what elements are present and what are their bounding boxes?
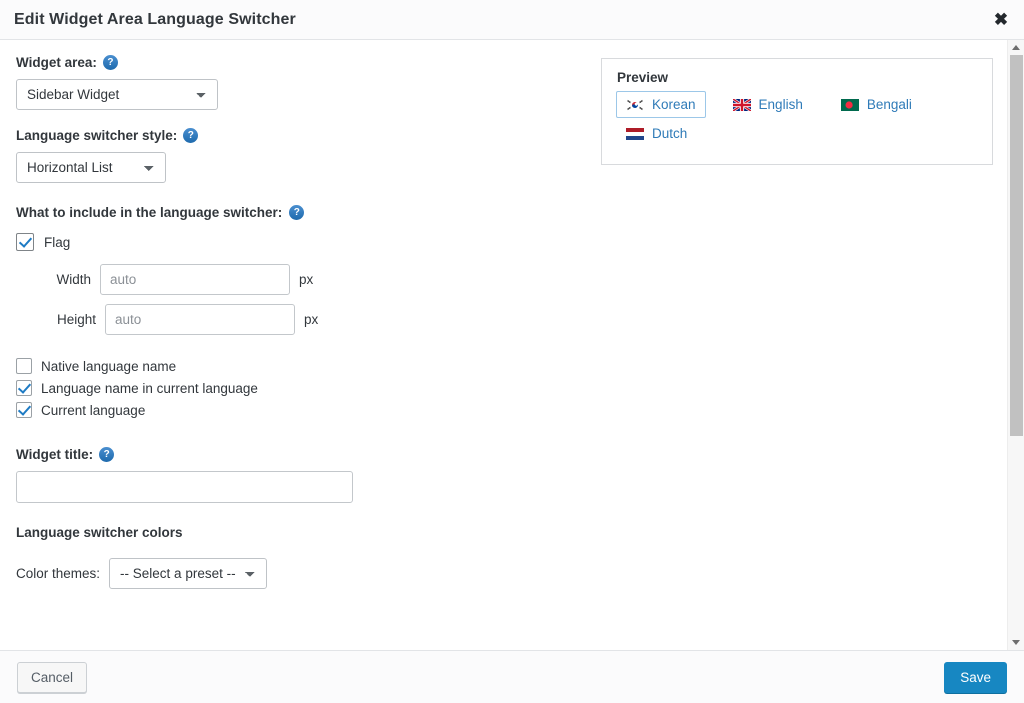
- include-section-label: What to include in the language switcher…: [16, 205, 576, 220]
- flag-kr-icon: [626, 98, 644, 111]
- preview-language-label: English: [758, 97, 803, 112]
- vertical-scrollbar[interactable]: [1007, 40, 1024, 650]
- widget-title-input[interactable]: [16, 471, 353, 503]
- preview-panel: Preview Korean English Bengali Dutch: [601, 58, 993, 165]
- preview-language-label: Dutch: [652, 126, 688, 141]
- checkbox-row-current-language[interactable]: Current language: [16, 402, 576, 418]
- help-icon[interactable]: ?: [102, 55, 118, 70]
- flag-height-label: Height: [56, 312, 96, 327]
- widget-title-label: Widget title: ?: [16, 447, 576, 462]
- flag-height-input[interactable]: [105, 304, 295, 335]
- checkbox-row-language-name-current[interactable]: Language name in current language: [16, 380, 576, 396]
- help-icon[interactable]: ?: [99, 447, 115, 462]
- current-language-checkbox[interactable]: [16, 402, 32, 418]
- help-icon[interactable]: ?: [289, 205, 305, 220]
- flag-nl-icon: [626, 127, 644, 140]
- widget-area-select[interactable]: Sidebar Widget: [16, 79, 218, 110]
- switcher-style-select[interactable]: Horizontal List: [16, 152, 166, 183]
- content-grid: Widget area: ? Sidebar Widget Language s…: [0, 40, 1007, 650]
- checkbox-row-native-language-name[interactable]: Native language name: [16, 358, 576, 374]
- switcher-style-label-text: Language switcher style:: [16, 128, 178, 143]
- page-title: Edit Widget Area Language Switcher: [14, 10, 296, 28]
- preview-language-list: Korean English Bengali Dutch: [616, 91, 978, 149]
- scroll-up-arrow-icon[interactable]: [1008, 40, 1024, 55]
- scroll-down-arrow-icon[interactable]: [1008, 635, 1024, 650]
- flag-gb-icon: [732, 98, 751, 111]
- preview-box: Preview Korean English Bengali Dutch: [601, 58, 993, 165]
- cancel-button[interactable]: Cancel: [17, 661, 88, 693]
- dialog-footer: Cancel Save: [0, 650, 1024, 703]
- preview-heading: Preview: [617, 70, 669, 85]
- dialog-scroll-content: Widget area: ? Sidebar Widget Language s…: [0, 40, 1007, 650]
- flag-checkbox[interactable]: [16, 233, 34, 251]
- flag-width-row: Width px: [16, 264, 576, 295]
- language-name-current-label: Language name in current language: [41, 380, 258, 396]
- widget-title-label-text: Widget title:: [16, 447, 94, 462]
- include-section-label-text: What to include in the language switcher…: [16, 205, 283, 220]
- flag-width-unit: px: [299, 272, 314, 287]
- preview-language-korean[interactable]: Korean: [616, 91, 706, 118]
- native-language-name-label: Native language name: [41, 358, 177, 374]
- native-language-name-checkbox[interactable]: [16, 358, 32, 374]
- scrollbar-thumb[interactable]: [1010, 55, 1023, 436]
- preview-language-label: Korean: [652, 97, 696, 112]
- flag-checkbox-label: Flag: [44, 234, 71, 250]
- settings-form: Widget area: ? Sidebar Widget Language s…: [16, 55, 576, 589]
- preview-language-english[interactable]: English: [723, 91, 813, 118]
- color-theme-row: Color themes: -- Select a preset --: [16, 558, 576, 589]
- current-language-label: Current language: [41, 402, 146, 418]
- close-icon[interactable]: ✖: [989, 8, 1013, 32]
- widget-area-label-text: Widget area:: [16, 55, 97, 70]
- language-name-current-checkbox[interactable]: [16, 380, 32, 396]
- dialog-header: Edit Widget Area Language Switcher ✖: [0, 0, 1024, 40]
- flag-height-row: Height px: [16, 304, 576, 335]
- checkbox-row-flag[interactable]: Flag: [16, 233, 576, 251]
- color-themes-label: Color themes:: [16, 566, 101, 581]
- help-icon[interactable]: ?: [183, 128, 199, 143]
- edit-widget-dialog: Edit Widget Area Language Switcher ✖ Wid…: [0, 0, 1024, 703]
- switcher-style-label: Language switcher style: ?: [16, 128, 576, 143]
- flag-bd-icon: [840, 98, 859, 111]
- preview-language-dutch[interactable]: Dutch: [616, 120, 960, 147]
- widget-area-label: Widget area: ?: [16, 55, 576, 70]
- flag-width-label: Width: [56, 272, 91, 287]
- dialog-body: Widget area: ? Sidebar Widget Language s…: [0, 40, 1024, 650]
- save-button[interactable]: Save: [944, 661, 1007, 693]
- color-themes-select[interactable]: -- Select a preset --: [109, 558, 268, 589]
- flag-width-input[interactable]: [100, 264, 290, 295]
- preview-language-label: Bengali: [866, 97, 912, 112]
- preview-language-bengali[interactable]: Bengali: [831, 91, 922, 118]
- language-switcher-colors-heading: Language switcher colors: [16, 525, 183, 540]
- flag-height-unit: px: [304, 312, 319, 327]
